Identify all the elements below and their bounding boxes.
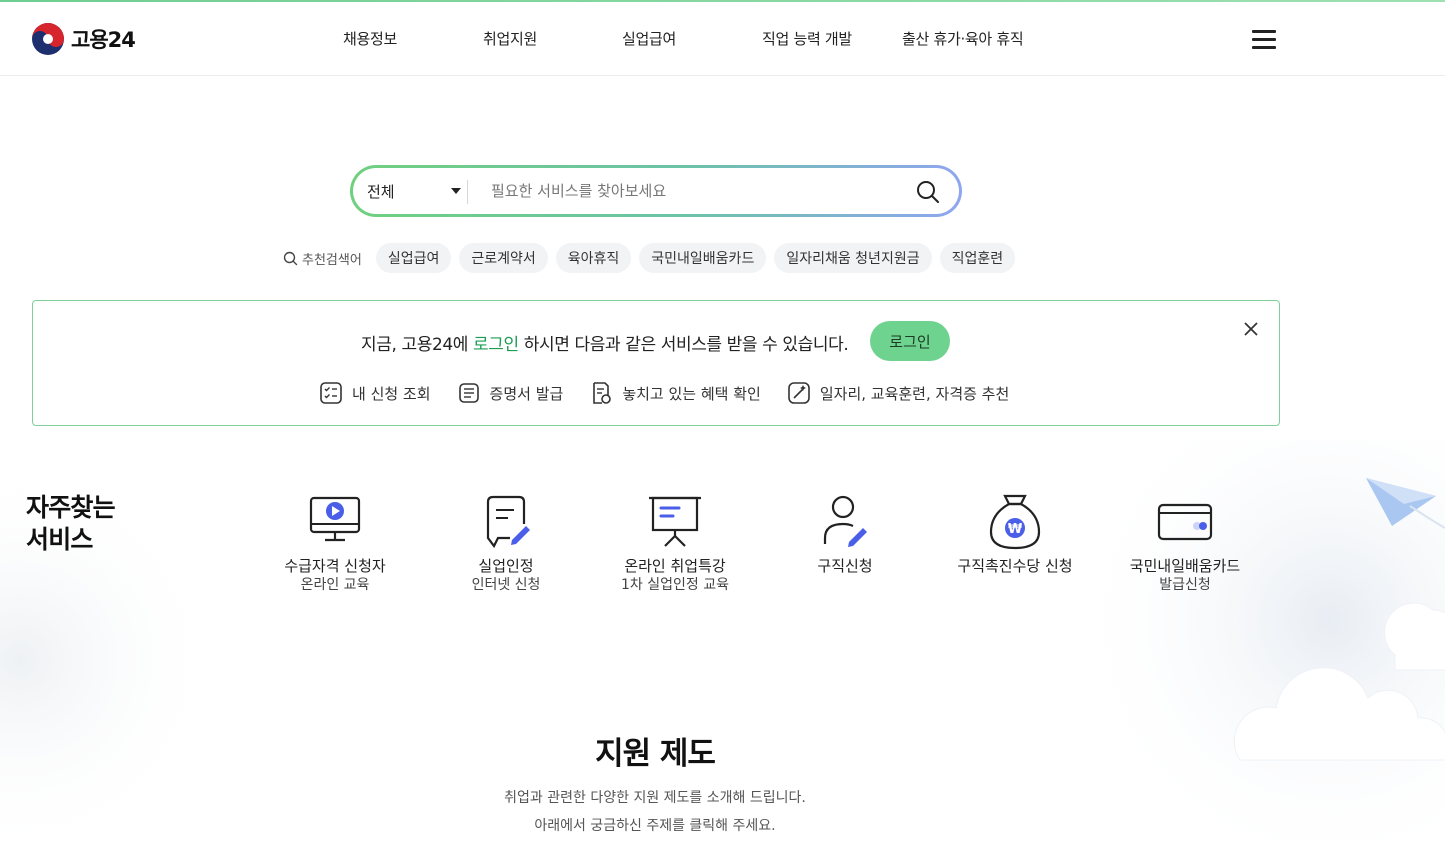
site-header: 고용24 채용정보 취업지원 실업급여 직업 능력 개발 출산 휴가·육아 휴직 (0, 2, 1445, 76)
nav-item-unemployment-benefit[interactable]: 실업급여 (622, 28, 676, 49)
keyword-chip[interactable]: 일자리채움 청년지원금 (774, 243, 932, 273)
frequent-item-online-education[interactable]: 수급자격 신청자 온라인 교육 (250, 492, 420, 595)
login-banner-message: 지금, 고용24에 로그인 하시면 다음과 같은 서비스를 받을 수 있습니다. (361, 335, 849, 355)
login-button[interactable]: 로그인 (870, 321, 950, 361)
keyword-chip[interactable]: 직업훈련 (939, 243, 1016, 273)
support-section-title: 지원 제도 (595, 736, 716, 772)
menu-icon[interactable] (1252, 30, 1276, 50)
video-monitor-icon (309, 496, 361, 542)
search-scope-select[interactable]: 전체 (367, 168, 467, 214)
person-edit-icon (823, 495, 867, 547)
recommended-label: 추천검색어 (283, 249, 362, 268)
service-recommendation[interactable]: 일자리, 교육훈련, 자격증 추천 (787, 381, 1009, 405)
login-highlight: 로그인 (473, 335, 519, 355)
nav-item-employment-support[interactable]: 취업지원 (483, 28, 537, 49)
support-section-description: 취업과 관련한 다양한 지원 제도를 소개해 드립니다. 아래에서 궁금하신 주… (504, 790, 806, 834)
search-scope-value: 전체 (367, 182, 395, 201)
checklist-icon (320, 382, 342, 404)
keyword-chip[interactable]: 근로계약서 (459, 243, 548, 273)
service-certificate[interactable]: 증명서 발급 (457, 381, 563, 405)
login-banner: 지금, 고용24에 로그인 하시면 다음과 같은 서비스를 받을 수 있습니다.… (32, 300, 1280, 426)
taegeuk-logo-icon (32, 23, 64, 55)
nav-item-jobs[interactable]: 채용정보 (343, 28, 397, 49)
search-small-icon (283, 251, 298, 265)
money-bag-icon: ₩ (989, 494, 1041, 550)
svg-text:₩: ₩ (1008, 522, 1023, 537)
recommended-keywords: 추천검색어 실업급여 근로계약서 육아휴직 국민내일배움카드 일자리채움 청년지… (283, 243, 1023, 273)
search-divider (467, 180, 468, 204)
benefit-check-icon (593, 382, 612, 404)
search-box: 전체 (350, 165, 962, 217)
frequent-item-unemployment-recognition[interactable]: 실업인정 인터넷 신청 (421, 492, 591, 595)
site-logo[interactable]: 고용24 (31, 22, 136, 56)
presentation-board-icon (649, 496, 701, 547)
frequent-item-online-lecture[interactable]: 온라인 취업특강 1차 실업인정 교육 (590, 492, 760, 595)
frequent-item-job-application[interactable]: 구직신청 (760, 492, 930, 576)
login-benefit-list: 내 신청 조회 증명서 발급 놓치고 있는 혜택 확인 일자리, 교육훈련, 자… (319, 381, 1035, 405)
search-input[interactable] (491, 176, 891, 206)
document-edit-icon (486, 495, 530, 549)
service-benefit-check[interactable]: 놓치고 있는 혜택 확인 (589, 381, 761, 405)
keyword-chip[interactable]: 실업급여 (375, 243, 452, 273)
service-my-applications[interactable]: 내 신청 조회 (319, 381, 431, 405)
keyword-chip[interactable]: 국민내일배움카드 (639, 243, 767, 273)
card-icon (1157, 503, 1213, 541)
frequent-services-title: 자주찾는 서비스 (26, 493, 116, 554)
close-icon[interactable] (1242, 320, 1260, 338)
certificate-icon (458, 383, 479, 403)
logo-text: 고용24 (71, 28, 136, 52)
keyword-chip[interactable]: 육아휴직 (555, 243, 632, 273)
chevron-down-icon (451, 188, 461, 194)
frequent-item-job-promotion-allowance[interactable]: ₩ 구직촉진수당 신청 (930, 492, 1100, 576)
search-icon[interactable] (915, 179, 941, 205)
recommend-icon (788, 382, 810, 404)
nav-item-vocational-training[interactable]: 직업 능력 개발 (762, 28, 852, 49)
frequent-item-learning-card[interactable]: 국민내일배움카드 발급신청 (1100, 492, 1270, 595)
nav-item-parental-leave[interactable]: 출산 휴가·육아 휴직 (902, 28, 1024, 49)
